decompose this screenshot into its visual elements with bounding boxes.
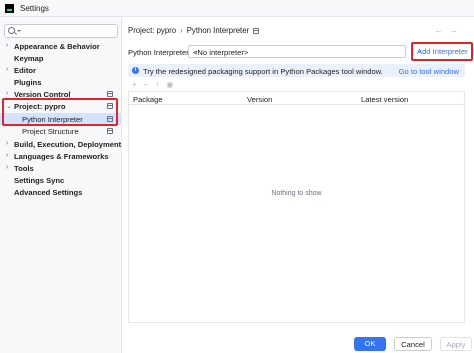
interpreter-label: Python Interpreter: (128, 48, 191, 57)
sidebar-item-label: Languages & Frameworks (14, 151, 109, 161)
project-scope-icon (253, 27, 260, 34)
sidebar-item-label: Plugins (14, 77, 42, 87)
sidebar-item-label: Settings Sync (14, 175, 65, 185)
ok-button[interactable]: OK (354, 337, 386, 351)
title-bar: Settings (0, 0, 474, 17)
annotation-highlight-box (411, 42, 473, 61)
empty-state-text: Nothing to show (271, 190, 322, 197)
remove-package-icon[interactable]: − (144, 80, 149, 89)
info-icon: i (132, 67, 139, 74)
eye-icon[interactable]: ◉ (166, 80, 173, 89)
sidebar-item-label: Advanced Settings (14, 187, 83, 197)
annotation-highlight-box (2, 98, 118, 126)
column-header-latest-version[interactable]: Latest version (361, 95, 408, 104)
sidebar-item-keymap[interactable]: Keymap (0, 52, 121, 64)
go-to-tool-window-link[interactable]: Go to tool window (399, 67, 459, 76)
sidebar-item-plugins[interactable]: Plugins (0, 76, 121, 88)
project-scope-icon (107, 90, 113, 97)
upgrade-package-icon[interactable]: ↑ (155, 80, 159, 89)
table-header: Package Version Latest version (129, 92, 464, 105)
sidebar-item-advanced-settings[interactable]: Advanced Settings (0, 186, 121, 198)
chevron-right-icon: › (6, 164, 9, 171)
chevron-down-icon: ⌄ (193, 48, 199, 55)
apply-button[interactable]: Apply (440, 337, 472, 351)
column-header-version[interactable]: Version (247, 95, 272, 104)
breadcrumb: Project: pypro › Python Interpreter (128, 26, 260, 35)
sidebar-item-label: Keymap (14, 53, 44, 63)
chevron-down-icon (17, 30, 21, 32)
sidebar-item-build-execution-deployment[interactable]: › Build, Execution, Deployment (0, 138, 121, 150)
sidebar-item-label: Tools (14, 163, 34, 173)
cancel-button[interactable]: Cancel (394, 337, 432, 351)
add-package-icon[interactable]: + (132, 80, 137, 89)
sidebar-item-editor[interactable]: › Editor (0, 64, 121, 76)
chevron-right-icon: › (6, 42, 9, 49)
dialog-footer: OK Cancel Apply (122, 337, 474, 353)
breadcrumb-parent[interactable]: Project: pypro (128, 26, 176, 35)
forward-arrow-icon[interactable]: → (449, 25, 464, 35)
project-scope-icon (107, 127, 113, 134)
settings-sidebar: › Appearance & Behavior Keymap › Editor … (0, 17, 122, 353)
column-header-package[interactable]: Package (133, 95, 163, 104)
settings-search-input[interactable] (4, 24, 118, 38)
sidebar-item-label: Build, Execution, Deployment (14, 139, 122, 149)
settings-content-panel: Project: pypro › Python Interpreter ←→ P… (122, 17, 474, 353)
chevron-right-icon: › (6, 140, 9, 147)
back-arrow-icon[interactable]: ← (434, 25, 449, 35)
package-toolbar: + − ↑ ◉ (132, 80, 173, 89)
sidebar-item-label: Project Structure (22, 126, 79, 136)
sidebar-item-settings-sync[interactable]: Settings Sync (0, 174, 121, 186)
banner-text: Try the redesigned packaging support in … (143, 66, 383, 76)
search-icon (8, 27, 15, 34)
breadcrumb-current: Python Interpreter (186, 26, 250, 35)
sidebar-item-label: Editor (14, 65, 36, 75)
sidebar-item-tools[interactable]: › Tools (0, 162, 121, 174)
breadcrumb-separator: › (180, 26, 183, 35)
chevron-right-icon: › (6, 66, 9, 73)
sidebar-item-project-structure[interactable]: Project Structure (0, 125, 121, 137)
sidebar-item-appearance-behavior[interactable]: › Appearance & Behavior (0, 40, 121, 52)
sidebar-item-label: Appearance & Behavior (14, 41, 100, 51)
info-banner: i Try the redesigned packaging support i… (128, 64, 465, 77)
app-icon (5, 3, 14, 13)
sidebar-item-languages-frameworks[interactable]: › Languages & Frameworks (0, 150, 121, 162)
interpreter-select[interactable]: <No interpreter> ⌄ (188, 45, 406, 58)
packages-table: Package Version Latest version Nothing t… (128, 91, 465, 323)
chevron-right-icon: › (6, 152, 9, 159)
navigation-arrows: ←→ (434, 25, 464, 35)
chevron-right-icon: › (6, 90, 9, 97)
window-title: Settings (20, 3, 49, 13)
